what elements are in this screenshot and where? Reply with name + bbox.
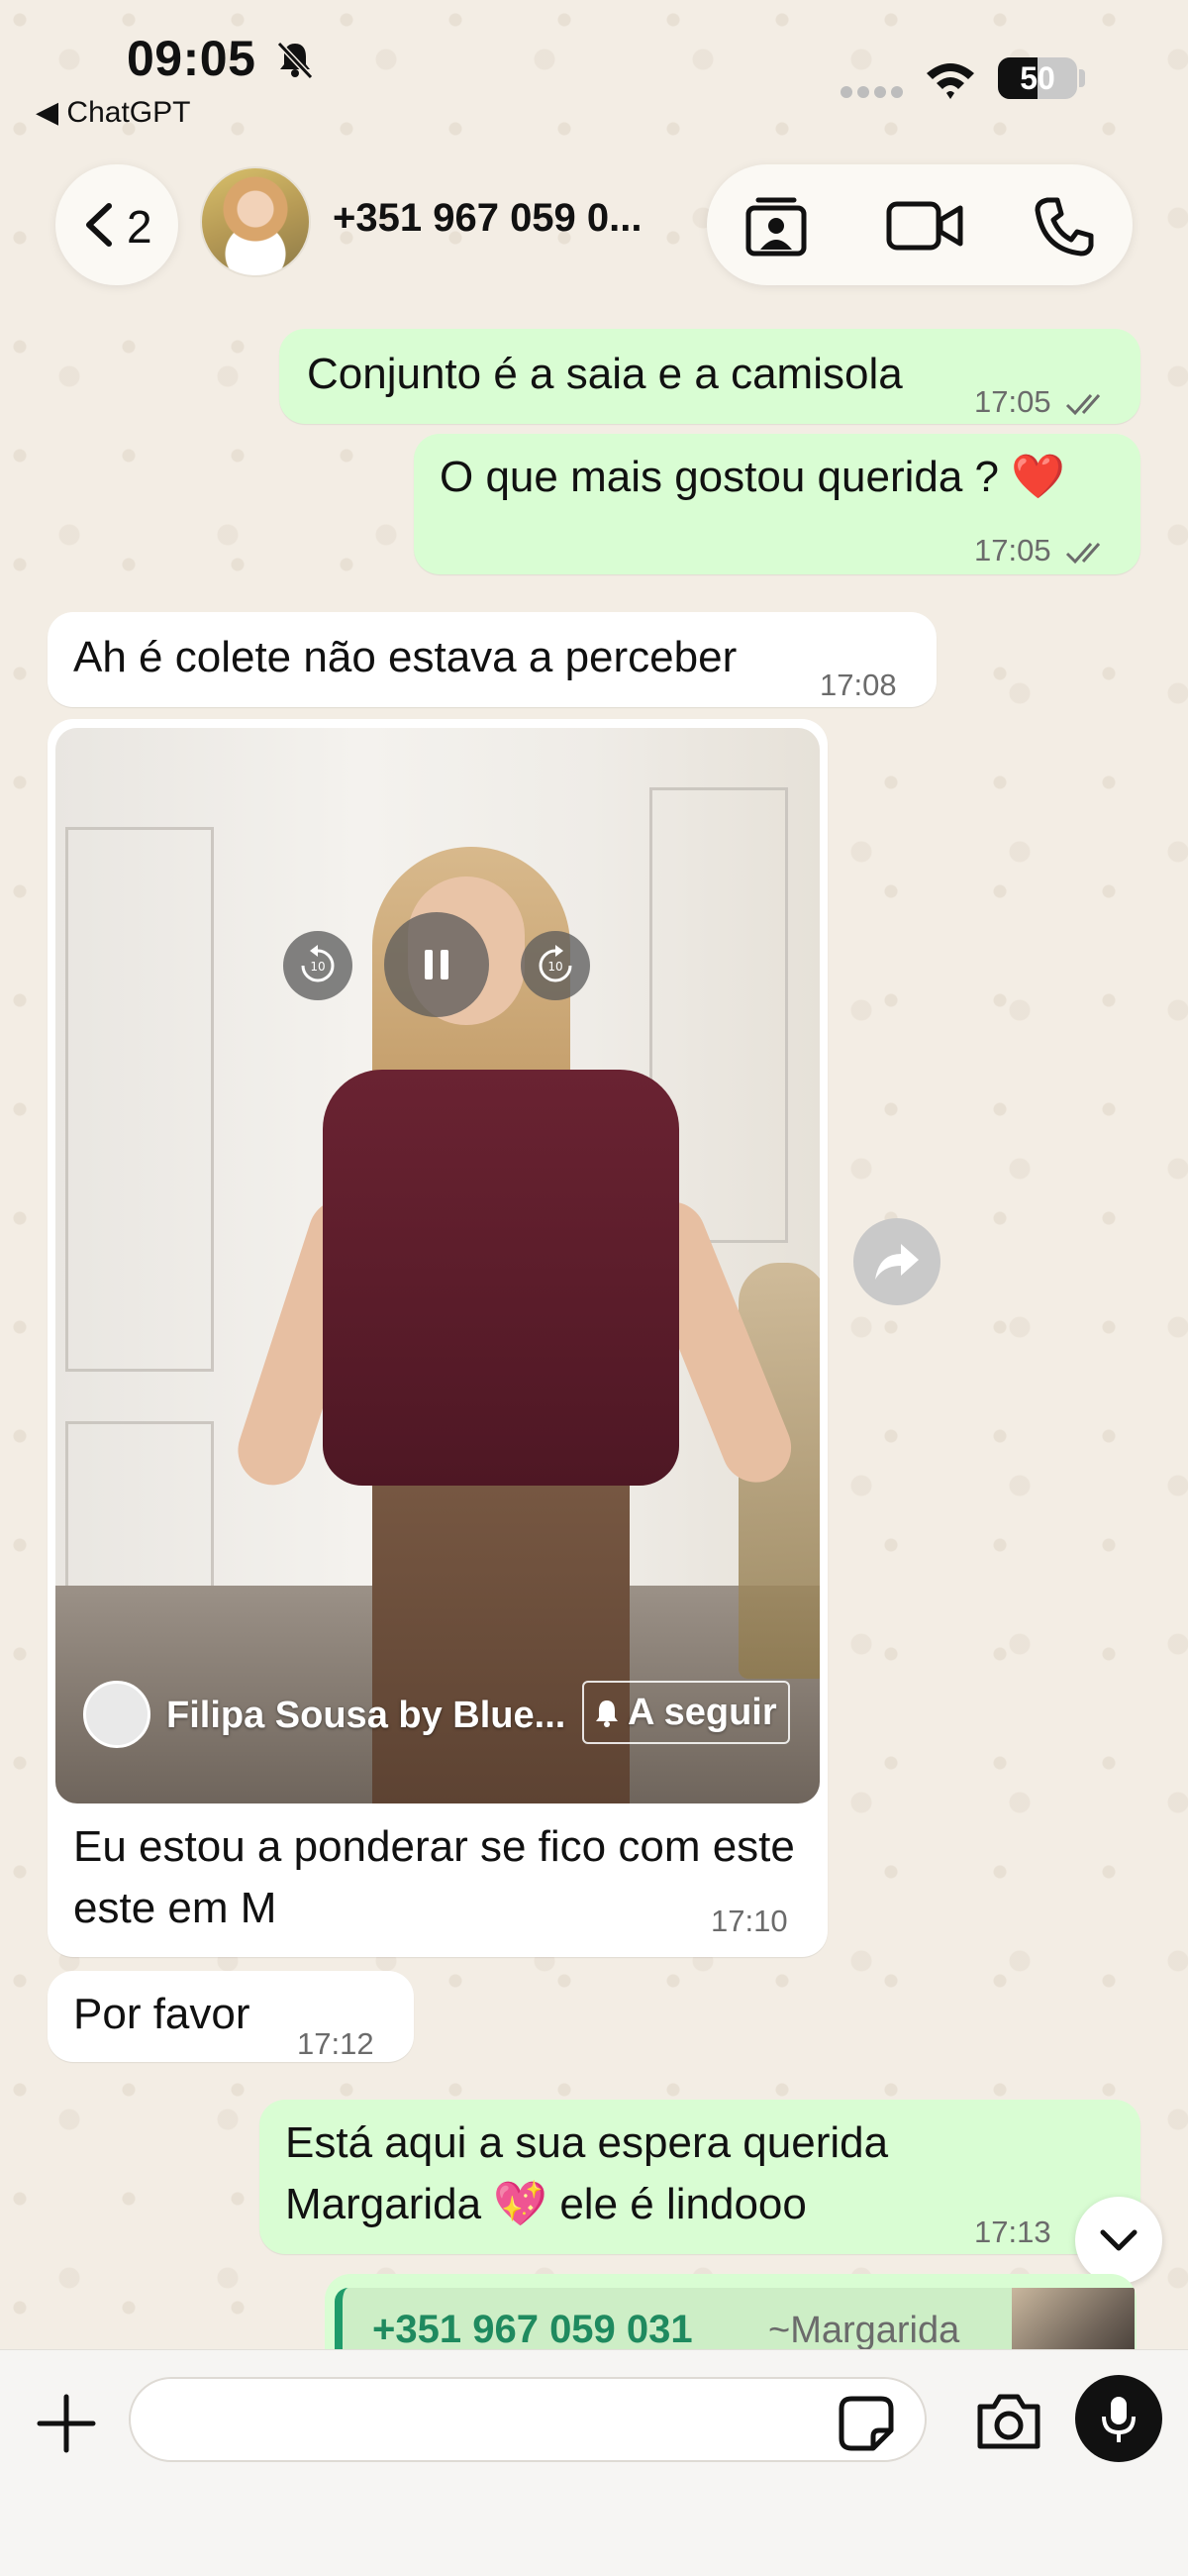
channel-avatar[interactable] xyxy=(83,1681,150,1748)
follow-button[interactable]: A seguir xyxy=(582,1681,790,1744)
mic-icon xyxy=(1102,2397,1136,2442)
wall-panel xyxy=(65,827,214,1372)
chevron-left-icon xyxy=(86,203,112,247)
channel-name[interactable]: Filipa Sousa by Blue... xyxy=(166,1695,565,1737)
read-receipt-icon xyxy=(1066,542,1101,564)
read-receipt-icon xyxy=(1066,393,1101,415)
rewind-10-button[interactable]: 10 xyxy=(283,931,352,1000)
quoted-thumbnail xyxy=(1012,2288,1135,2353)
pause-icon xyxy=(425,950,448,979)
message-time: 17:10 xyxy=(711,1904,788,1938)
scroll-to-bottom-button[interactable] xyxy=(1075,2197,1162,2284)
message-time: 17:05 xyxy=(974,533,1051,567)
forward-10-icon: 10 xyxy=(539,945,572,982)
forward-button[interactable] xyxy=(853,1218,940,1305)
video-player[interactable]: 10 10 Filipa Sousa by Blue... A seguir xyxy=(55,728,820,1803)
sticker-icon[interactable] xyxy=(838,2395,895,2452)
unread-count: 2 xyxy=(127,201,152,253)
svg-text:10: 10 xyxy=(310,960,325,974)
message-text: O que mais gostou querida ? ❤️ xyxy=(440,453,1066,501)
contact-name[interactable]: +351 967 059 0... xyxy=(333,196,643,241)
battery-percent: 50 xyxy=(1020,60,1055,96)
video-caption: Eu estou a ponderar se fico com este est… xyxy=(73,1822,795,1932)
message-bubble-outgoing[interactable]: O que mais gostou querida ? ❤️ 17:05 xyxy=(414,434,1140,574)
share-arrow-icon xyxy=(875,1244,919,1280)
svg-text:10: 10 xyxy=(547,960,562,974)
video-call-icon[interactable] xyxy=(885,194,964,258)
bell-icon xyxy=(596,1700,618,1727)
call-actions-group xyxy=(707,164,1133,285)
voice-message-button[interactable] xyxy=(1075,2375,1162,2462)
message-text: Por favor xyxy=(73,1990,250,2038)
cellular-signal-icon xyxy=(841,86,903,98)
message-bubble-outgoing[interactable]: Conjunto é a saia e a camisola 17:05 xyxy=(279,329,1140,424)
person-vest xyxy=(323,1070,679,1486)
camera-icon[interactable] xyxy=(974,2391,1043,2452)
status-time: 09:05 xyxy=(127,31,256,86)
back-to-app-link[interactable]: ◀ ChatGPT xyxy=(36,95,190,130)
contact-card-icon[interactable] xyxy=(744,194,808,258)
quoted-contact-number: +351 967 059 031 xyxy=(372,2308,693,2351)
message-text: Ah é colete não estava a perceber xyxy=(73,633,738,681)
phone-icon[interactable] xyxy=(1034,194,1097,258)
message-bubble-incoming[interactable]: Ah é colete não estava a perceber 17:08 xyxy=(48,612,937,707)
forward-10-button[interactable]: 10 xyxy=(521,931,590,1000)
message-text: Conjunto é a saia e a camisola xyxy=(307,350,903,398)
quoted-contact[interactable]: +351 967 059 031 ~Margarida xyxy=(335,2288,1135,2353)
message-meta: 17:05 xyxy=(974,372,1113,432)
rewind-10-icon: 10 xyxy=(301,945,335,982)
plus-icon[interactable] xyxy=(34,2391,99,2456)
muted-bell-icon xyxy=(276,41,314,80)
message-bubble-outgoing[interactable]: Está aqui a sua espera querida Margarida… xyxy=(259,2100,1140,2254)
contact-avatar[interactable] xyxy=(200,166,311,277)
message-bubble-outgoing[interactable]: +351 967 059 031 ~Margarida xyxy=(325,2274,1137,2353)
message-time: 17:05 xyxy=(974,384,1051,419)
battery-nub xyxy=(1079,69,1085,87)
message-input[interactable] xyxy=(129,2377,927,2462)
message-text-line: Margarida 💖 ele é lindooo xyxy=(285,2180,807,2228)
person-trousers xyxy=(372,1441,630,1803)
message-time: 17:08 xyxy=(820,668,897,702)
message-bubble-incoming[interactable]: Por favor 17:12 xyxy=(48,1971,414,2062)
back-button[interactable]: 2 xyxy=(55,164,178,285)
chevron-down-icon xyxy=(1100,2229,1138,2251)
message-time: 17:12 xyxy=(297,2026,374,2061)
follow-label: A seguir xyxy=(628,1692,777,1733)
pause-button[interactable] xyxy=(384,912,489,1017)
battery-indicator: 50 xyxy=(998,57,1077,99)
message-time: 17:13 xyxy=(974,2215,1051,2249)
wifi-icon xyxy=(927,63,974,99)
quoted-contact-alias: ~Margarida xyxy=(768,2310,960,2351)
message-text-line: Está aqui a sua espera querida xyxy=(285,2118,889,2167)
message-meta: 17:05 xyxy=(974,521,1113,580)
